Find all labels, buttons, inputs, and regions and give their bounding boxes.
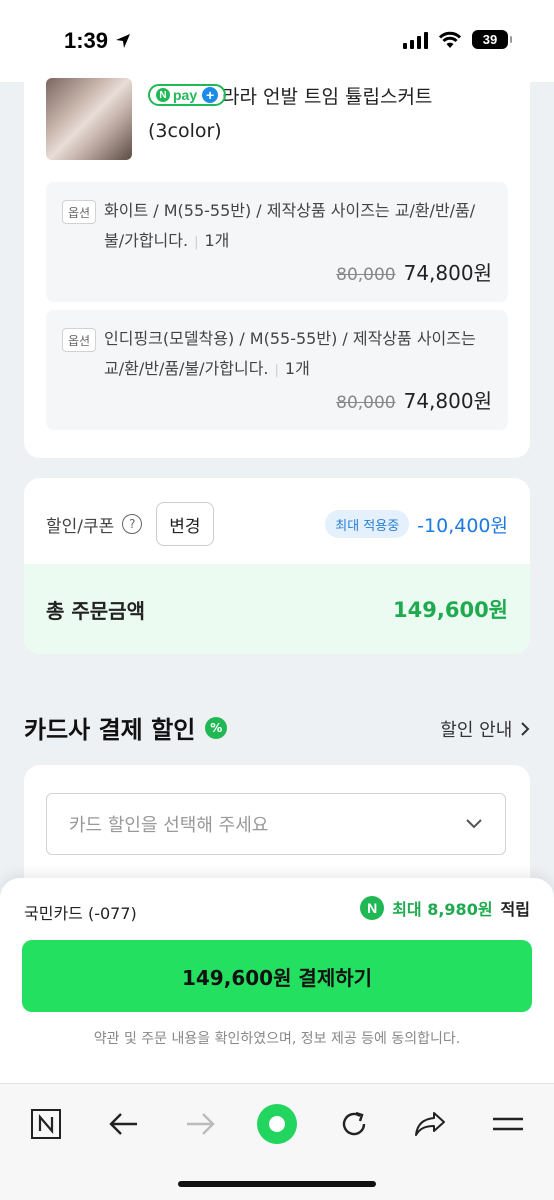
option-price: 80,000 74,800원 xyxy=(336,257,492,286)
discount-coupon-label: 할인/쿠폰 xyxy=(46,516,115,537)
forward-button[interactable] xyxy=(178,1102,222,1146)
wifi-icon xyxy=(438,31,462,48)
chevron-right-icon xyxy=(521,722,530,736)
original-price: 80,000 xyxy=(336,265,396,285)
share-icon xyxy=(415,1112,445,1136)
reward-suffix: 적립 xyxy=(500,900,530,919)
total-order-row: 총 주문금액 149,600원 xyxy=(24,564,530,654)
sale-price: 74,800원 xyxy=(403,389,492,413)
chevron-down-icon xyxy=(466,819,482,829)
status-time: 1:39 xyxy=(64,28,132,54)
clock-text: 1:39 xyxy=(64,28,109,53)
green-dot-button[interactable] xyxy=(255,1102,299,1146)
reward-amount: 최대 8,980원 xyxy=(392,900,493,919)
option-item: 옵션 화이트 / M(55-55반) / 제작상품 사이즈는 교/환/반/품/불… xyxy=(46,182,508,302)
option-quantity: 1개 xyxy=(269,359,310,378)
npay-n-icon: N xyxy=(156,88,170,102)
npay-label: pay xyxy=(173,87,198,103)
option-quantity: 1개 xyxy=(188,231,229,250)
plus-icon: + xyxy=(202,87,219,103)
total-order-amount: 149,600원 xyxy=(393,598,508,622)
option-description: 화이트 / M(55-55반) / 제작상품 사이즈는 교/환/반/품/불/가합… xyxy=(104,196,494,258)
option-tag: 옵션 xyxy=(62,328,96,352)
share-button[interactable] xyxy=(408,1102,452,1146)
pay-button[interactable]: 149,600원 결제하기 xyxy=(22,940,532,1012)
checkout-sheet: 국민카드 (-077) N 최대 8,980원 적립 149,600원 결제하기… xyxy=(0,878,554,1083)
option-description: 인디핑크(모델착용) / M(55-55반) / 제작상품 사이즈는 교/환/반… xyxy=(104,324,494,386)
refresh-button[interactable] xyxy=(332,1102,376,1146)
hamburger-menu-icon xyxy=(493,1117,523,1131)
naver-n-icon xyxy=(31,1109,61,1139)
battery-icon: 39 xyxy=(472,30,512,49)
back-button[interactable] xyxy=(102,1102,146,1146)
discount-amount: -10,400원 xyxy=(417,514,508,537)
option-price: 80,000 74,800원 xyxy=(336,385,492,414)
browser-toolbar xyxy=(0,1083,554,1200)
green-dot-icon xyxy=(257,1104,297,1144)
location-arrow-icon xyxy=(116,34,131,48)
cellular-signal-icon xyxy=(403,31,428,49)
menu-button[interactable] xyxy=(486,1102,530,1146)
refresh-icon xyxy=(342,1111,366,1136)
selected-card-name: 국민카드 (-077) xyxy=(24,904,137,923)
sale-price: 74,800원 xyxy=(403,261,492,285)
product-card: 라라 언발 트임 튤립스커트 (3color) N pay + 옵션 화이트 /… xyxy=(24,60,530,458)
option-item: 옵션 인디핑크(모델착용) / M(55-55반) / 제작상품 사이즈는 교/… xyxy=(46,310,508,430)
card-select-placeholder: 카드 할인을 선택해 주세요 xyxy=(69,815,269,836)
naver-home-button[interactable] xyxy=(24,1102,68,1146)
npay-badge: N pay + xyxy=(148,84,227,106)
change-coupon-button[interactable]: 변경 xyxy=(156,502,214,546)
discount-guide-link[interactable]: 할인 안내 xyxy=(440,716,530,742)
agreement-text: 약관 및 주문 내용을 확인하였으며, 정보 제공 등에 동의합니다. xyxy=(93,1031,461,1047)
card-discount-select[interactable]: 카드 할인을 선택해 주세요 xyxy=(46,793,506,855)
option-tag: 옵션 xyxy=(62,200,96,224)
status-indicators: 39 xyxy=(403,30,512,49)
home-indicator[interactable] xyxy=(178,1181,376,1187)
reward-info: N 최대 8,980원 적립 xyxy=(360,896,530,920)
percent-badge-icon: % xyxy=(205,716,228,739)
help-icon[interactable]: ? xyxy=(122,514,143,534)
discount-coupon-row: 할인/쿠폰 ? 변경 최대 적용중 -10,400원 xyxy=(46,502,508,546)
product-thumbnail[interactable] xyxy=(46,78,132,160)
max-applied-badge: 최대 적용중 xyxy=(325,510,410,538)
arrow-left-icon xyxy=(109,1113,137,1135)
arrow-right-icon xyxy=(187,1113,215,1135)
original-price: 80,000 xyxy=(336,393,396,413)
card-discount-heading: 카드사 결제 할인 % xyxy=(24,710,228,745)
naver-point-icon: N xyxy=(360,896,385,920)
order-summary-card: 할인/쿠폰 ? 변경 최대 적용중 -10,400원 총 주문금액 149,60… xyxy=(24,478,530,654)
total-order-label: 총 주문금액 xyxy=(46,598,145,623)
